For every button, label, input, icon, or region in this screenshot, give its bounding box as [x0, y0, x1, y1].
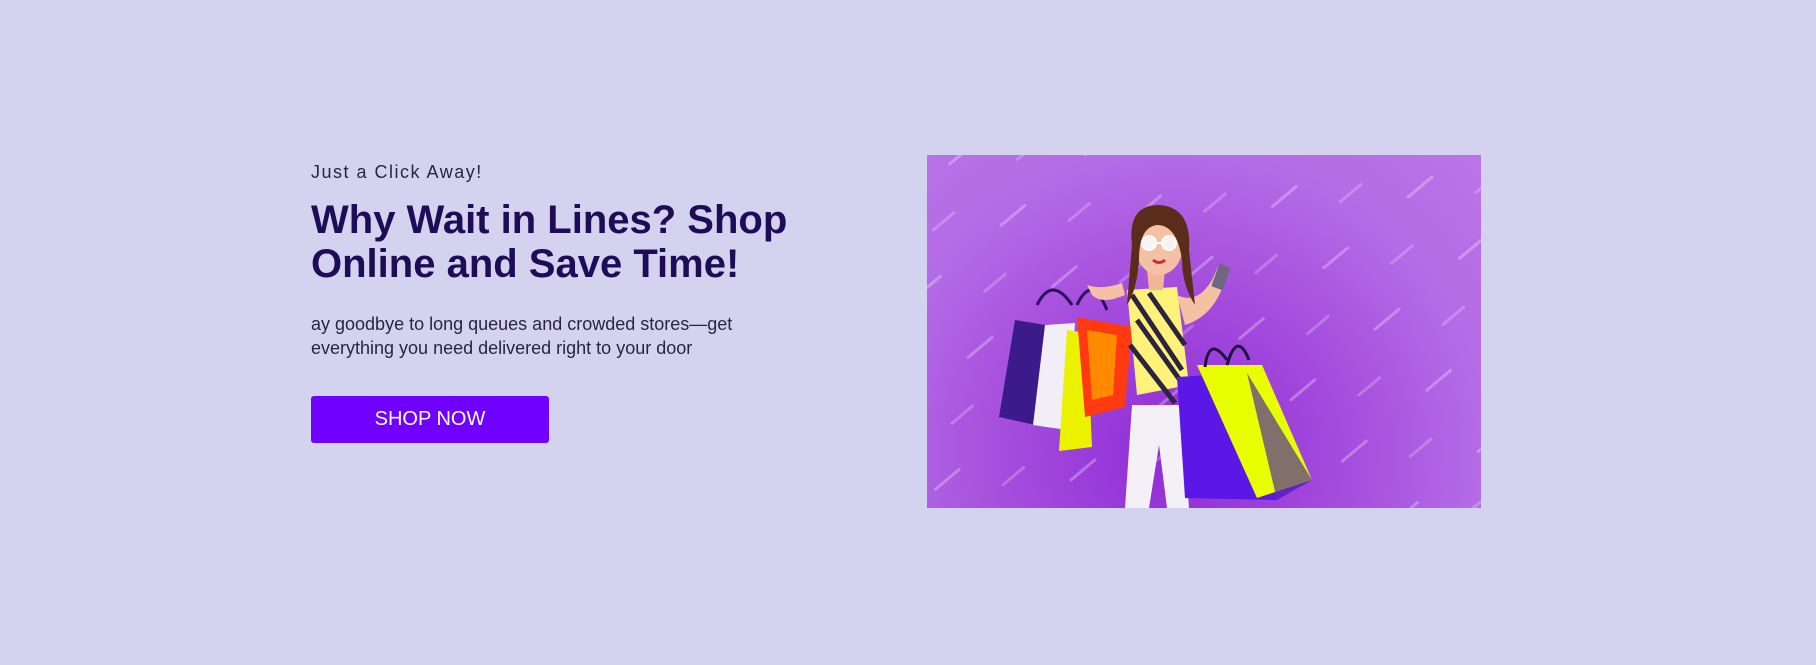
hero-image	[927, 155, 1481, 508]
shop-now-button[interactable]: SHOP NOW	[311, 396, 549, 443]
hero-text-column: Just a Click Away! Why Wait in Lines? Sh…	[311, 160, 831, 443]
shopping-woman-illustration	[927, 155, 1481, 508]
hero-headline: Why Wait in Lines? Shop Online and Save …	[311, 198, 788, 286]
hero-eyebrow: Just a Click Away!	[311, 162, 483, 182]
hero-section: Just a Click Away! Why Wait in Lines? Sh…	[0, 0, 1816, 665]
hero-subtext: ay goodbye to long queues and crowded st…	[311, 314, 733, 358]
sunglasses-icon	[1141, 235, 1157, 251]
